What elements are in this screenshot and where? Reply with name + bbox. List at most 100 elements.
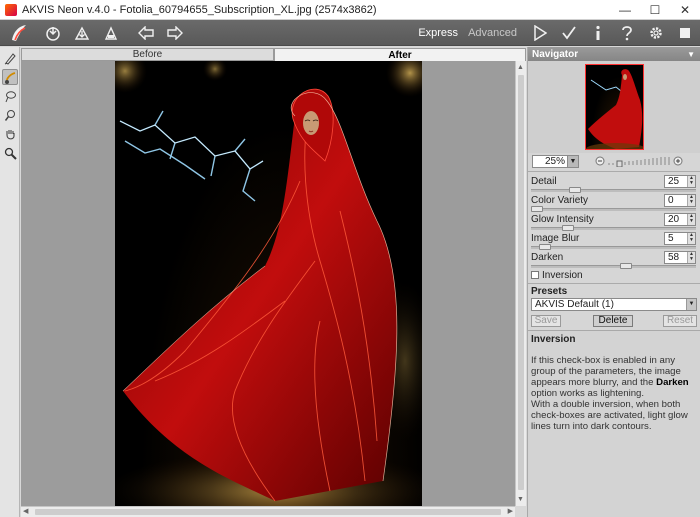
presets-dropdown-icon[interactable]: ▼ bbox=[686, 299, 696, 310]
navigator-title: Navigator bbox=[532, 48, 579, 60]
param-label: Darken bbox=[531, 252, 564, 263]
presets-title: Presets bbox=[531, 286, 568, 297]
param-slider-handle[interactable] bbox=[619, 263, 632, 269]
help-text-part-3: With a double inversion, when both check… bbox=[531, 399, 688, 432]
navigator-preview-area[interactable] bbox=[528, 61, 700, 153]
param-row: Detail 25 ▲ ▼ bbox=[528, 174, 700, 193]
param-value-field[interactable]: 5 ▲ ▼ bbox=[664, 232, 696, 245]
effect-brush-icon[interactable] bbox=[2, 69, 18, 85]
scroll-right-icon[interactable]: ▶ bbox=[508, 507, 513, 516]
param-slider[interactable] bbox=[531, 244, 696, 250]
spinner-arrows-icon[interactable]: ▲ ▼ bbox=[687, 233, 695, 244]
param-value: 58 bbox=[668, 252, 680, 263]
param-value: 25 bbox=[668, 176, 680, 187]
param-row: Glow Intensity 20 ▲ ▼ bbox=[528, 212, 700, 231]
run-icon[interactable] bbox=[531, 24, 549, 42]
param-row: Color Variety 0 ▲ ▼ bbox=[528, 193, 700, 212]
inversion-checkbox[interactable] bbox=[531, 271, 539, 279]
back-icon[interactable] bbox=[137, 24, 155, 42]
zoom-icon[interactable] bbox=[2, 145, 18, 161]
param-value-field[interactable]: 58 ▲ ▼ bbox=[664, 251, 696, 264]
vertical-scrollbar[interactable]: ▲ ▼ bbox=[515, 61, 526, 506]
param-row: Darken 58 ▲ ▼ bbox=[528, 250, 700, 269]
param-value: 5 bbox=[668, 233, 674, 244]
zoom-row: 25% ▼ bbox=[528, 153, 700, 169]
zoom-field[interactable]: 25% bbox=[532, 154, 568, 168]
param-value-field[interactable]: 25 ▲ ▼ bbox=[664, 175, 696, 188]
info-icon[interactable] bbox=[589, 24, 607, 42]
reset-preset-button[interactable]: Reset bbox=[663, 314, 697, 327]
tab-before[interactable]: Before bbox=[21, 48, 274, 61]
main-toolbar: Express Advanced bbox=[0, 20, 700, 46]
param-slider[interactable] bbox=[531, 225, 696, 231]
window-title: AKVIS Neon v.4.0 - Fotolia_60794655_Subs… bbox=[22, 3, 377, 16]
delete-preset-button[interactable]: Delete bbox=[593, 314, 633, 327]
param-slider[interactable] bbox=[531, 187, 696, 193]
spinner-arrows-icon[interactable]: ▲ ▼ bbox=[687, 176, 695, 187]
param-label: Glow Intensity bbox=[531, 214, 594, 225]
apply-icon[interactable] bbox=[560, 24, 578, 42]
mode-express-tab[interactable]: Express bbox=[418, 27, 458, 39]
param-label: Color Variety bbox=[531, 195, 589, 206]
mode-advanced-tab[interactable]: Advanced bbox=[468, 27, 517, 39]
help-icon[interactable] bbox=[618, 24, 636, 42]
logo-icon bbox=[12, 24, 26, 41]
zoom-dropdown-icon[interactable]: ▼ bbox=[568, 154, 579, 168]
presets-selected-value: AKVIS Default (1) bbox=[535, 299, 614, 310]
image-canvas[interactable] bbox=[21, 61, 515, 506]
effect-parameters: Detail 25 ▲ ▼ Color Variety 0 ▲ ▼ Glow Intensity… bbox=[528, 174, 700, 269]
help-title: Inversion bbox=[531, 334, 576, 345]
save-preset-button[interactable]: Save bbox=[531, 314, 561, 327]
param-value: 0 bbox=[668, 195, 674, 206]
print-icon[interactable] bbox=[102, 24, 120, 42]
preset-buttons: Save Delete Reset bbox=[528, 311, 700, 330]
presets-select[interactable]: AKVIS Default (1) ▼ bbox=[531, 298, 697, 311]
collapse-icon[interactable]: ▼ bbox=[687, 50, 695, 59]
param-value-field[interactable]: 20 ▲ ▼ bbox=[664, 213, 696, 226]
stop-icon[interactable] bbox=[676, 24, 694, 42]
settings-icon[interactable] bbox=[647, 24, 665, 42]
inversion-checkbox-row[interactable]: Inversion bbox=[528, 269, 700, 281]
navigator-header: Navigator ▼ bbox=[528, 47, 700, 61]
minimize-icon[interactable]: — bbox=[610, 0, 640, 20]
param-row: Image Blur 5 ▲ ▼ bbox=[528, 231, 700, 250]
app-icon bbox=[5, 3, 17, 16]
tab-after[interactable]: After bbox=[274, 48, 526, 61]
title-bar: AKVIS Neon v.4.0 - Fotolia_60794655_Subs… bbox=[0, 0, 700, 20]
help-text-bold: Darken bbox=[656, 377, 689, 388]
spinner-arrows-icon[interactable]: ▲ ▼ bbox=[687, 195, 695, 206]
horizontal-scroll-thumb[interactable] bbox=[35, 509, 501, 515]
eraser-icon[interactable] bbox=[2, 107, 18, 123]
spinner-arrows-icon[interactable]: ▲ ▼ bbox=[687, 252, 695, 263]
close-icon[interactable]: ✕ bbox=[670, 0, 700, 20]
help-panel: Inversion If this check-box is enabled i… bbox=[528, 330, 700, 517]
maximize-icon[interactable]: ☐ bbox=[640, 0, 670, 20]
horizontal-scrollbar[interactable]: ◀ ▶ bbox=[21, 506, 515, 517]
param-value-field[interactable]: 0 ▲ ▼ bbox=[664, 194, 696, 207]
param-label: Detail bbox=[531, 176, 557, 187]
help-text: If this check-box is enabled in any grou… bbox=[531, 355, 697, 432]
help-text-part-2: option works as lightening. bbox=[531, 388, 645, 399]
view-tabs: Before After bbox=[21, 48, 526, 61]
param-slider[interactable] bbox=[531, 206, 696, 212]
zoom-slider[interactable] bbox=[595, 155, 683, 168]
param-label: Image Blur bbox=[531, 233, 580, 244]
drawing-tool-icon[interactable] bbox=[2, 50, 18, 66]
scroll-up-icon[interactable]: ▲ bbox=[517, 63, 524, 72]
neon-image bbox=[115, 61, 422, 506]
param-slider[interactable] bbox=[531, 263, 696, 269]
scroll-down-icon[interactable]: ▼ bbox=[517, 495, 524, 504]
hand-icon[interactable] bbox=[2, 126, 18, 142]
save-icon[interactable] bbox=[73, 24, 91, 42]
open-icon[interactable] bbox=[44, 24, 62, 42]
settings-panel: Navigator ▼ 25% ▼ Detail 25 ▲ ▼ Color Va… bbox=[527, 47, 700, 517]
inversion-label: Inversion bbox=[542, 269, 583, 281]
navigator-thumbnail[interactable] bbox=[584, 64, 644, 150]
param-value: 20 bbox=[668, 214, 680, 225]
forward-icon[interactable] bbox=[166, 24, 184, 42]
vertical-scroll-thumb[interactable] bbox=[518, 75, 524, 490]
lasso-icon[interactable] bbox=[2, 88, 18, 104]
spinner-arrows-icon[interactable]: ▲ ▼ bbox=[687, 214, 695, 225]
scroll-left-icon[interactable]: ◀ bbox=[23, 507, 28, 516]
tools-panel bbox=[0, 47, 20, 517]
